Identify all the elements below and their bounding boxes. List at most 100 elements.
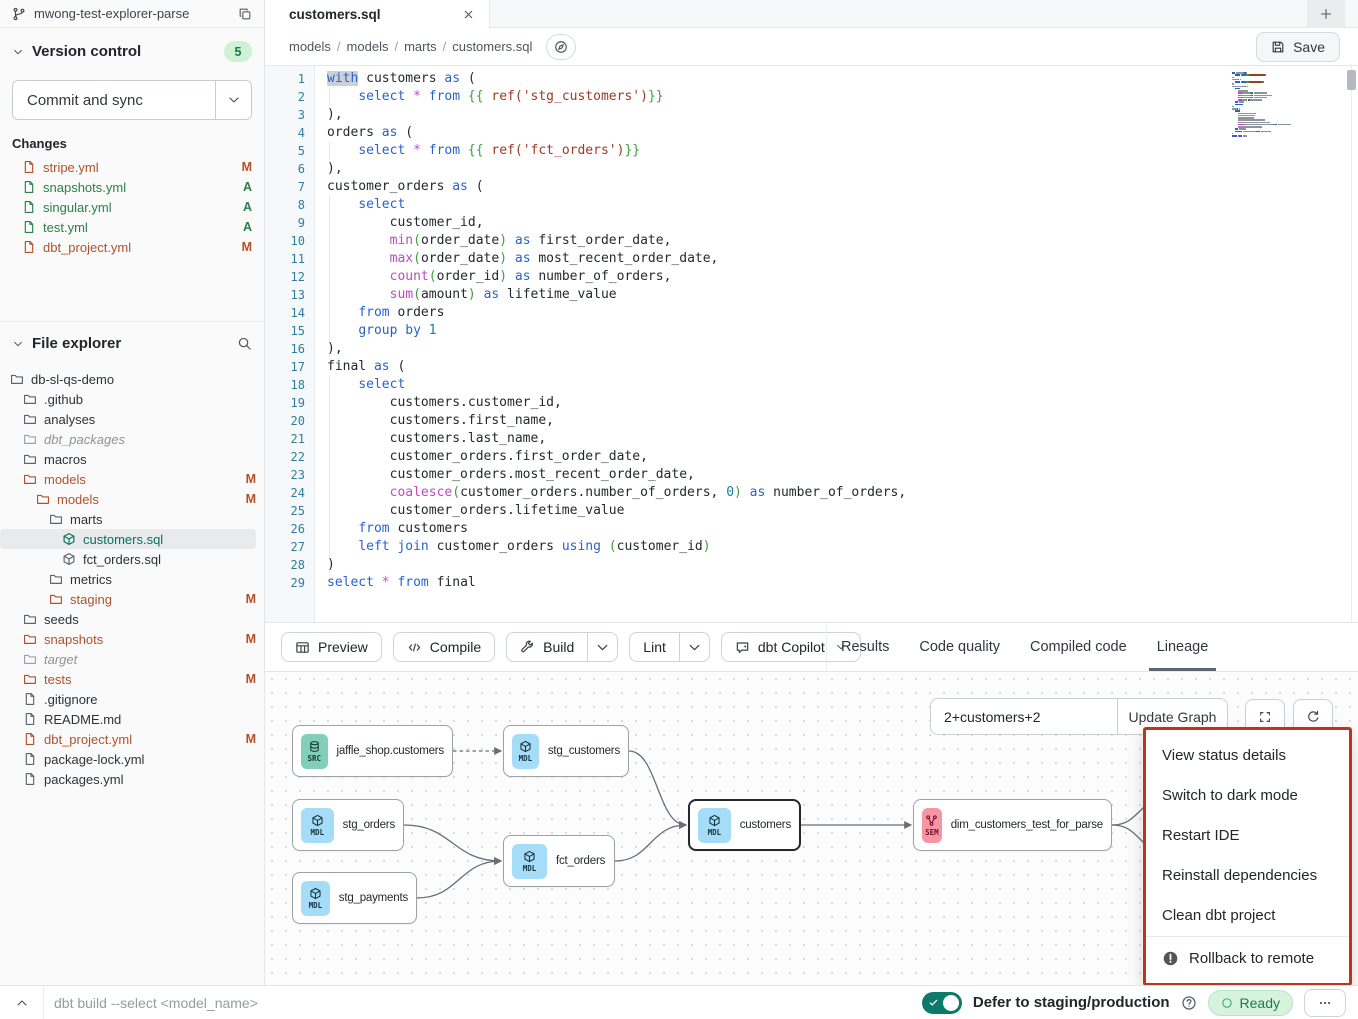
code-line: select * from {{ ref('stg_customers')}} (327, 88, 1358, 106)
lineage-node-stg-payments[interactable]: MDL stg_payments (292, 872, 417, 924)
lineage-filter-input[interactable] (931, 699, 1117, 734)
change-item-stripe-yml[interactable]: stripe.yml M (0, 157, 264, 177)
folder-icon (23, 632, 37, 646)
lineage-node-jaffle-shop-customers[interactable]: SRC jaffle_shop.customers (292, 725, 453, 777)
breadcrumb-customers-sql[interactable]: customers.sql (452, 39, 532, 54)
tab-results[interactable]: Results (833, 623, 897, 671)
change-status: M (242, 240, 252, 254)
build-options-dropdown[interactable] (587, 633, 617, 661)
lineage-node-fct-orders[interactable]: MDL fct_orders (503, 835, 615, 887)
change-status: A (243, 220, 252, 234)
tree-item-seeds[interactable]: seeds (0, 609, 256, 629)
lineage-node-stg-orders[interactable]: MDL stg_orders (292, 799, 404, 851)
help-icon[interactable] (1181, 995, 1197, 1011)
menu-item-clean-dbt-project[interactable]: Clean dbt project (1146, 895, 1349, 935)
expand-command-bar-button[interactable] (0, 986, 44, 1019)
tree-item-snapshots[interactable]: snapshotsM (0, 629, 256, 649)
tree-item-gitignore[interactable]: .gitignore (0, 689, 256, 709)
editor-scrollbar-thumb[interactable] (1347, 70, 1356, 90)
tree-item-metrics[interactable]: metrics (0, 569, 256, 589)
explore-lineage-button[interactable] (546, 34, 576, 60)
table-icon (295, 640, 310, 655)
change-item-dbt-project-yml[interactable]: dbt_project.yml M (0, 237, 264, 257)
tree-item-analyses[interactable]: analyses (0, 409, 256, 429)
change-status: A (243, 200, 252, 214)
tree-item-target[interactable]: target (0, 649, 256, 669)
tree-item-github[interactable]: .github (0, 389, 256, 409)
modified-badge: M (246, 732, 256, 746)
lineage-node-dim-customers-test-for-parse[interactable]: SEM dim_customers_test_for_parse (913, 799, 1112, 851)
folder-icon (23, 652, 37, 666)
command-input[interactable]: dbt build --select <model_name> (54, 995, 258, 1011)
tree-item-staging[interactable]: stagingM (0, 589, 256, 609)
code-line: count(order_id) as number_of_orders, (327, 268, 1358, 286)
more-options-button[interactable] (1304, 989, 1346, 1017)
breadcrumb-marts[interactable]: marts (404, 39, 437, 54)
save-button[interactable]: Save (1256, 32, 1340, 62)
lint-button[interactable]: Lint (629, 632, 710, 662)
commit-and-sync-button[interactable]: Commit and sync (12, 80, 252, 120)
change-item-snapshots-yml[interactable]: snapshots.yml A (0, 177, 264, 197)
search-files-icon[interactable] (237, 336, 252, 351)
code-line: from customers (327, 520, 1358, 538)
file-icon (23, 692, 37, 706)
commit-options-dropdown[interactable] (215, 81, 251, 119)
menu-item-reinstall-dependencies[interactable]: Reinstall dependencies (1146, 855, 1349, 895)
lineage-panel[interactable]: SRC jaffle_shop.customers MDL stg_custom… (265, 672, 1358, 985)
build-button[interactable]: Build (506, 632, 618, 662)
editor-minimap[interactable] (1232, 72, 1294, 137)
tree-item-readme-md[interactable]: README.md (0, 709, 256, 729)
file-icon (23, 712, 37, 726)
new-tab-button[interactable] (1307, 0, 1345, 28)
tree-item-tests[interactable]: testsM (0, 669, 256, 689)
code-line: select (327, 376, 1358, 394)
breadcrumb-models[interactable]: models (347, 39, 389, 54)
tab-compiled-code[interactable]: Compiled code (1022, 623, 1135, 671)
copy-branch-icon[interactable] (238, 7, 252, 21)
lineage-node-customers[interactable]: MDL customers (688, 799, 801, 851)
tree-item-dbt-project-yml[interactable]: dbt_project.ymlM (0, 729, 256, 749)
defer-toggle[interactable] (922, 992, 962, 1014)
menu-item-switch-to-dark-mode[interactable]: Switch to dark mode (1146, 775, 1349, 815)
tab-code-quality[interactable]: Code quality (911, 623, 1008, 671)
menu-item-restart-ide[interactable]: Restart IDE (1146, 815, 1349, 855)
cube-icon (708, 814, 721, 827)
change-item-singular-yml[interactable]: singular.yml A (0, 197, 264, 217)
tree-item-customers-sql[interactable]: customers.sql (0, 529, 256, 549)
chevron-up-icon (15, 996, 29, 1010)
tree-item-dbt-packages[interactable]: dbt_packages (0, 429, 256, 449)
folder-icon (49, 572, 63, 586)
change-item-test-yml[interactable]: test.yml A (0, 217, 264, 237)
tree-item-packages-yml[interactable]: packages.yml (0, 769, 256, 789)
lint-options-dropdown[interactable] (679, 633, 709, 661)
collapse-version-control-icon[interactable] (12, 46, 24, 58)
tree-item-models[interactable]: modelsM (0, 489, 256, 509)
tree-item-package-lock-yml[interactable]: package-lock.yml (0, 749, 256, 769)
model-badge: MDL (512, 844, 547, 879)
cube-icon (62, 532, 76, 546)
tree-item-macros[interactable]: macros (0, 449, 256, 469)
tree-item-models[interactable]: modelsM (0, 469, 256, 489)
menu-item-rollback-to-remote[interactable]: Rollback to remote (1146, 938, 1349, 978)
tree-item-marts[interactable]: marts (0, 509, 256, 529)
tree-item-fct-orders-sql[interactable]: fct_orders.sql (0, 549, 256, 569)
breadcrumb-models[interactable]: models (289, 39, 331, 54)
tree-item-db-sl-qs-demo[interactable]: db-sl-qs-demo (0, 369, 256, 389)
file-icon (23, 752, 37, 766)
code-line: group by 1 (327, 322, 1358, 340)
code-line: max(order_date) as most_recent_order_dat… (327, 250, 1358, 268)
code-line: left join customer_orders using (custome… (327, 538, 1358, 556)
menu-item-view-status-details[interactable]: View status details (1146, 735, 1349, 775)
close-tab-icon[interactable] (462, 8, 475, 21)
compile-button[interactable]: Compile (393, 632, 495, 662)
editor-tab-customers-sql[interactable]: customers.sql (265, 0, 490, 29)
lineage-node-stg-customers[interactable]: MDL stg_customers (503, 725, 629, 777)
status-badge[interactable]: Ready (1208, 990, 1293, 1016)
compass-icon (554, 40, 568, 54)
collapse-file-explorer-icon[interactable] (12, 338, 24, 350)
code-line: customers.last_name, (327, 430, 1358, 448)
version-control-section: Version control 5 Commit and sync Change… (0, 28, 264, 322)
tab-lineage[interactable]: Lineage (1149, 623, 1217, 671)
preview-button[interactable]: Preview (281, 632, 382, 662)
code-editor[interactable]: 1234567891011121314151617181920212223242… (265, 66, 1358, 622)
